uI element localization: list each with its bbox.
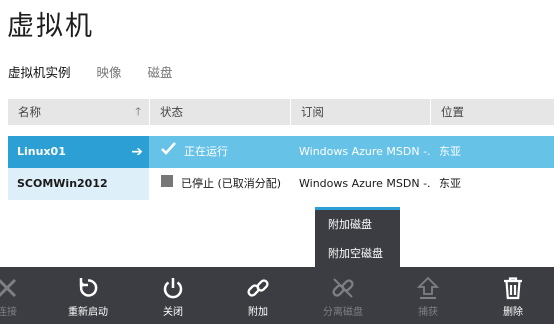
command-bar: 连接 重新启动 关闭 附加 分离磁盘 捕获 删除 <box>0 267 554 324</box>
vm-status-cell: 正在运行 <box>149 136 290 168</box>
vm-name-cell[interactable]: SCOMWin2012 <box>8 168 149 200</box>
restart-button[interactable]: 重新启动 <box>53 267 123 324</box>
view-tabs: 虚拟机实例 映像 磁盘 <box>8 62 199 80</box>
attach-button[interactable]: 附加 <box>223 267 293 324</box>
shutdown-button[interactable]: 关闭 <box>138 267 208 324</box>
arrow-right-icon[interactable]: ➔ <box>131 136 143 168</box>
vm-name-cell[interactable]: Linux01 ➔ <box>8 136 149 168</box>
restart-icon <box>53 276 123 300</box>
table-row[interactable]: Linux01 ➔ 正在运行 Windows Azure MSDN -... 东… <box>8 136 554 168</box>
column-header-location[interactable]: 位置 <box>430 99 554 125</box>
vm-name: SCOMWin2012 <box>17 177 108 190</box>
checkmark-icon <box>161 136 176 168</box>
trash-icon <box>478 276 548 300</box>
connect-button[interactable]: 连接 <box>0 267 42 324</box>
delete-button[interactable]: 删除 <box>478 267 548 324</box>
vm-location: 东亚 <box>439 145 461 158</box>
attach-empty-disk-menu-item[interactable]: 附加空磁盘 <box>315 239 400 268</box>
column-header-subscription[interactable]: 订阅 <box>290 99 430 125</box>
detach-disk-button[interactable]: 分离磁盘 <box>308 267 378 324</box>
power-icon <box>138 276 208 300</box>
vm-status-cell: 已停止 (已取消分配) <box>149 168 290 200</box>
capture-icon <box>393 276 463 300</box>
column-header-name-label: 名称 <box>18 105 41 119</box>
arrow-up-icon: 🡑 <box>135 105 141 118</box>
attach-disk-menu-item[interactable]: 附加磁盘 <box>315 210 400 239</box>
tab-vm-instances[interactable]: 虚拟机实例 <box>8 62 71 80</box>
unlink-icon <box>308 276 378 300</box>
vm-subscription: Windows Azure MSDN -... <box>299 145 430 158</box>
tab-disks[interactable]: 磁盘 <box>148 62 173 80</box>
link-icon <box>223 276 293 300</box>
vm-status: 正在运行 <box>184 145 228 158</box>
connect-icon <box>0 276 42 300</box>
vm-status: 已停止 (已取消分配) <box>181 177 282 190</box>
table-header: 名称 🡑 状态 订阅 位置 <box>8 99 554 125</box>
attach-popup-menu: 附加磁盘 附加空磁盘 <box>315 207 400 269</box>
vm-location: 东亚 <box>439 177 461 190</box>
page-title: 虚拟机 <box>7 11 94 42</box>
column-header-status[interactable]: 状态 <box>149 99 290 125</box>
table-row[interactable]: SCOMWin2012 已停止 (已取消分配) Windows Azure MS… <box>8 168 554 200</box>
column-header-name[interactable]: 名称 🡑 <box>8 99 149 125</box>
capture-button[interactable]: 捕获 <box>393 267 463 324</box>
tab-images[interactable]: 映像 <box>97 62 122 80</box>
vm-subscription: Windows Azure MSDN -... <box>299 177 430 190</box>
vm-name: Linux01 <box>17 145 66 158</box>
stopped-square-icon <box>161 168 173 200</box>
